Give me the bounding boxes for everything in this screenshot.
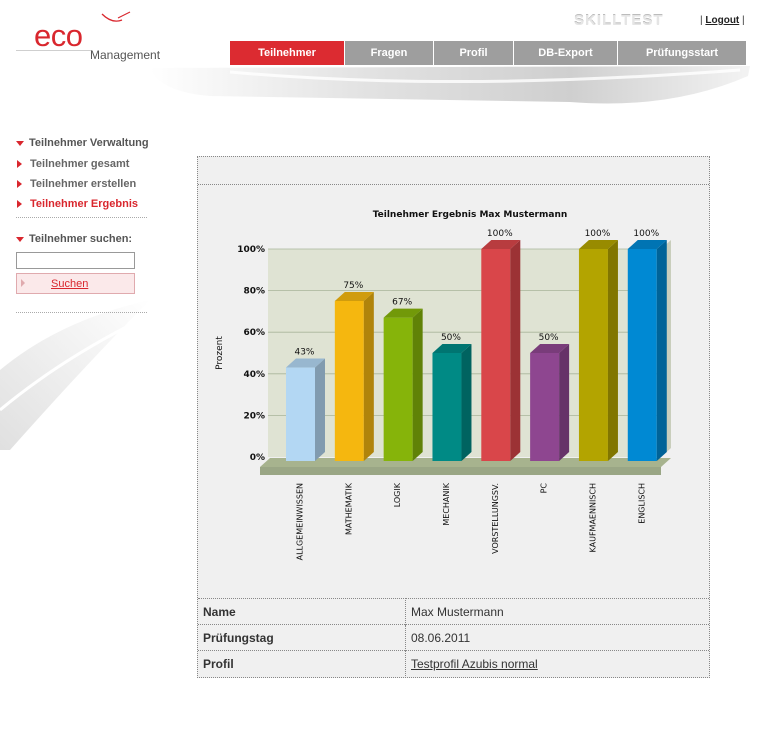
info-key: Name bbox=[198, 598, 406, 625]
logo-sub-text: Management bbox=[90, 48, 161, 62]
data-label: 100% bbox=[585, 229, 611, 239]
info-value: Max Mustermann bbox=[405, 598, 709, 625]
y-tick-label: 0% bbox=[250, 453, 265, 463]
sidebar-item-teilnehmer-gesamt[interactable]: Teilnehmer gesamt bbox=[16, 157, 166, 171]
logout-link[interactable]: Logout bbox=[705, 15, 739, 26]
result-panel: Teilnehmer Ergebnis Max Mustermann 0% 20% 4… bbox=[197, 156, 710, 678]
data-label: 100% bbox=[633, 229, 659, 239]
x-tick-label: VORSTELLUNGSV. bbox=[491, 483, 500, 554]
panel-header bbox=[198, 157, 709, 185]
data-label: 50% bbox=[441, 333, 461, 343]
result-chart: Teilnehmer Ergebnis Max Mustermann 0% 20% 4… bbox=[215, 210, 671, 560]
chart-bar bbox=[481, 249, 511, 461]
x-tick-label: MATHEMATIK bbox=[344, 482, 353, 535]
sidebar-item-label: Teilnehmer erstellen bbox=[30, 178, 137, 190]
search-button-label: Suchen bbox=[51, 277, 89, 290]
logout-wrap: | Logout | bbox=[700, 15, 745, 26]
sidebar-item-label: Teilnehmer gesamt bbox=[30, 158, 130, 170]
chart-floor-front bbox=[260, 467, 661, 475]
arrow-right-icon bbox=[21, 279, 25, 287]
chart-bar-side bbox=[363, 292, 374, 461]
chart-bar-side bbox=[315, 358, 325, 461]
search-input[interactable] bbox=[16, 252, 135, 269]
sidebar-item-teilnehmer-ergebnis[interactable]: Teilnehmer Ergebnis bbox=[16, 197, 166, 211]
logo-main-text: eco bbox=[34, 18, 83, 53]
table-row: Prüfungstag 08.06.2011 bbox=[198, 624, 709, 651]
x-tick-label: ALLGEMEINWISSEN bbox=[296, 483, 305, 560]
y-tick-label: 60% bbox=[243, 328, 265, 338]
y-tick-label: 40% bbox=[243, 370, 265, 380]
y-tick-label: 80% bbox=[243, 287, 265, 297]
x-tick-label: MECHANIK bbox=[442, 482, 451, 525]
triangle-right-icon bbox=[17, 160, 22, 168]
data-label: 75% bbox=[343, 281, 363, 291]
table-row: Profil Testprofil Azubis normal bbox=[198, 650, 709, 676]
triangle-right-icon bbox=[17, 200, 22, 208]
chart-bar-side bbox=[559, 344, 570, 461]
logo-swoosh-icon bbox=[101, 11, 131, 22]
brand-title: SKILLTEST bbox=[574, 12, 664, 29]
sidebar-section-title: Teilnehmer Verwaltung bbox=[16, 136, 166, 150]
data-label: 67% bbox=[392, 298, 412, 308]
divider bbox=[16, 217, 147, 218]
triangle-down-icon bbox=[16, 140, 24, 146]
chart-bar bbox=[432, 353, 462, 461]
info-table: Name Max Mustermann Prüfungstag 08.06.20… bbox=[198, 598, 709, 676]
chart-bar bbox=[383, 317, 413, 461]
y-tick-label: 100% bbox=[237, 245, 265, 255]
x-tick-label: PC bbox=[540, 483, 549, 494]
chart-bar-side bbox=[461, 344, 472, 461]
logo: eco Management bbox=[16, 10, 166, 68]
info-value-cell: Testprofil Azubis normal bbox=[405, 650, 709, 676]
profile-link[interactable]: Testprofil Azubis normal bbox=[411, 657, 538, 671]
sidebar-decoration bbox=[0, 300, 150, 450]
sidebar-item-label: Teilnehmer Ergebnis bbox=[30, 198, 138, 210]
search-title: Teilnehmer suchen: bbox=[16, 232, 166, 246]
sidebar-section-label: Teilnehmer Verwaltung bbox=[29, 137, 149, 149]
x-tick-label: LOGIK bbox=[393, 482, 402, 507]
chart-bar-side bbox=[607, 240, 618, 461]
chart-title: Teilnehmer Ergebnis Max Mustermann bbox=[373, 210, 568, 220]
sidebar: Teilnehmer Verwaltung Teilnehmer gesamt … bbox=[16, 136, 166, 313]
x-tick-label: KAUFMAENNISCH bbox=[588, 483, 597, 552]
triangle-right-icon bbox=[17, 180, 22, 188]
chart-bar bbox=[286, 367, 315, 461]
y-tick-label: 20% bbox=[243, 411, 265, 421]
chart-bar-side bbox=[656, 240, 667, 461]
data-label: 100% bbox=[487, 229, 513, 239]
chart-bar bbox=[530, 353, 560, 461]
chart-bar bbox=[627, 249, 657, 461]
chart-bar bbox=[578, 249, 608, 461]
table-row: Name Max Mustermann bbox=[198, 598, 709, 625]
search-button[interactable]: Suchen bbox=[16, 273, 135, 294]
info-key: Prüfungstag bbox=[198, 624, 406, 651]
divider bbox=[16, 312, 147, 313]
data-label: 43% bbox=[294, 348, 314, 358]
logo-line bbox=[16, 50, 92, 51]
y-axis-label: Prozent bbox=[215, 336, 225, 370]
x-tick-label: ENGLISCH bbox=[637, 483, 646, 524]
info-key: Profil bbox=[198, 650, 406, 676]
chart-bar-side bbox=[412, 308, 423, 461]
info-value: 08.06.2011 bbox=[405, 624, 709, 651]
data-label: 50% bbox=[539, 333, 559, 343]
chart-bar-side bbox=[510, 240, 521, 461]
triangle-down-icon bbox=[16, 236, 24, 242]
header-decoration bbox=[150, 66, 750, 104]
chart-area: Teilnehmer Ergebnis Max Mustermann 0% 20% 4… bbox=[198, 185, 709, 597]
sidebar-item-teilnehmer-erstellen[interactable]: Teilnehmer erstellen bbox=[16, 177, 166, 191]
search-title-label: Teilnehmer suchen: bbox=[29, 233, 133, 245]
chart-bar bbox=[334, 301, 364, 461]
